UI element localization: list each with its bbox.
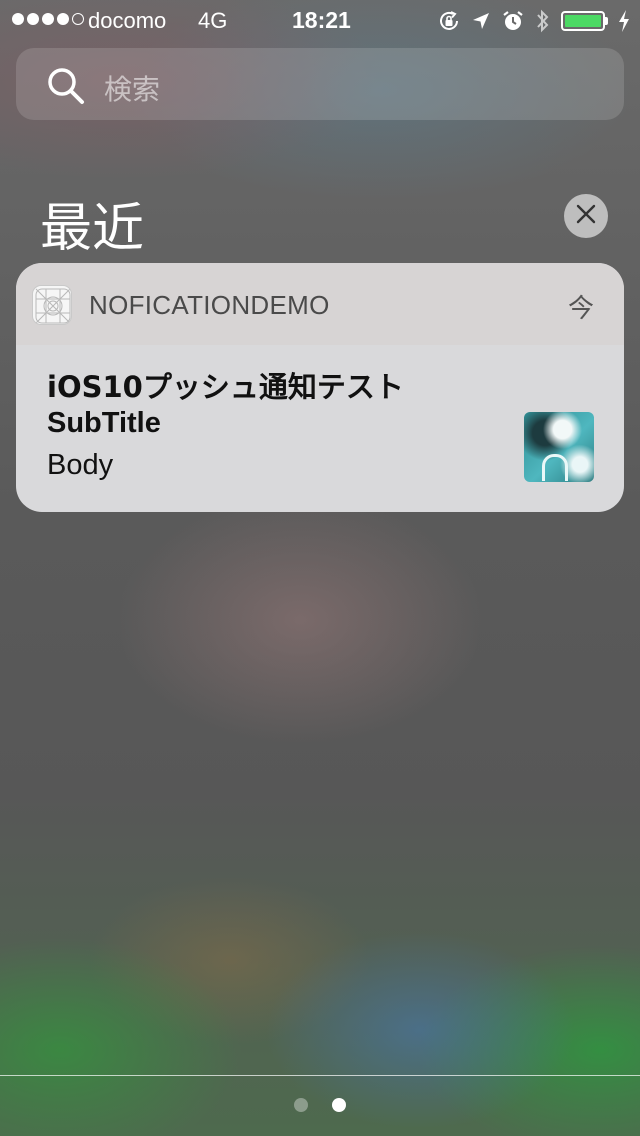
network-type: 4G xyxy=(198,8,228,33)
search-bar[interactable]: 検索 xyxy=(16,48,624,120)
signal-strength-indicator xyxy=(12,13,84,25)
attachment-thumbnail xyxy=(524,412,594,482)
carrier-name: docomo xyxy=(88,8,167,33)
battery-fill xyxy=(565,15,601,27)
search-placeholder: 検索 xyxy=(104,73,161,106)
notification-time: 今 xyxy=(567,294,594,324)
status-time: 18:21 xyxy=(292,7,351,33)
signal-dot xyxy=(57,13,69,25)
bluetooth-icon xyxy=(535,8,551,34)
notification-subtitle: SubTitle xyxy=(47,407,161,439)
signal-dot-empty xyxy=(72,13,84,25)
section-title-recent: 最近 xyxy=(40,199,145,259)
notification-content: iOS10プッシュ通知テスト SubTitle Body xyxy=(16,345,624,512)
page-indicator[interactable] xyxy=(0,1098,640,1112)
signal-dot xyxy=(12,13,24,25)
notification-body: Body xyxy=(47,449,114,481)
close-icon xyxy=(575,203,597,229)
page-dot[interactable] xyxy=(332,1098,346,1112)
status-icons xyxy=(437,7,630,35)
bottom-divider xyxy=(0,1075,640,1076)
signal-dot xyxy=(27,13,39,25)
signal-dot xyxy=(42,13,54,25)
search-icon xyxy=(46,66,86,110)
page-dot[interactable] xyxy=(294,1098,308,1112)
charging-bolt-icon xyxy=(618,10,630,32)
location-arrow-icon xyxy=(471,11,491,31)
notification-title: iOS10プッシュ通知テスト xyxy=(47,370,404,404)
battery-indicator xyxy=(561,11,608,31)
app-icon xyxy=(32,285,72,325)
rotation-lock-icon xyxy=(437,9,461,33)
status-bar: docomo 4G 18:21 xyxy=(0,0,640,40)
clear-notifications-button[interactable] xyxy=(564,194,608,238)
notification-header: NOFICATIONDEMO 今 xyxy=(16,263,624,345)
alarm-clock-icon xyxy=(501,9,525,33)
notification-card[interactable]: NOFICATIONDEMO 今 iOS10プッシュ通知テスト SubTitle… xyxy=(16,263,624,512)
app-name: NOFICATIONDEMO xyxy=(89,290,330,320)
